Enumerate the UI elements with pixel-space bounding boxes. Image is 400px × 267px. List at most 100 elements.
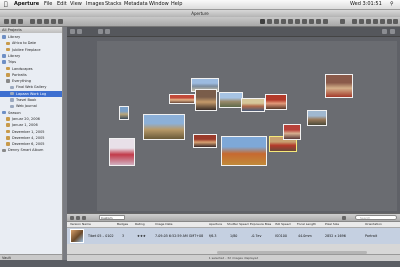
project-item[interactable]: Dezember 1, 2005 — [0, 129, 62, 135]
unstack-icon[interactable] — [44, 19, 49, 24]
photo-dancers[interactable] — [221, 136, 267, 166]
lift-tool-icon[interactable] — [302, 19, 307, 24]
grid-view-icon[interactable] — [82, 215, 86, 220]
layout-2-icon[interactable] — [359, 19, 364, 24]
project-item[interactable]: Landscapes — [0, 66, 62, 72]
project-item[interactable]: Januar 20, 2006 — [0, 116, 62, 122]
selection-tool-icon[interactable] — [260, 19, 265, 24]
spot-patch-tool-icon[interactable] — [323, 19, 328, 24]
zoom-tool-icon[interactable] — [274, 19, 279, 24]
crop-tool-icon[interactable] — [288, 19, 293, 24]
rotate-left-icon[interactable] — [51, 19, 56, 24]
photo-people-field[interactable] — [241, 98, 265, 112]
stamp-tool-icon[interactable] — [309, 19, 314, 24]
project-item[interactable]: Library — [0, 53, 62, 59]
col-version-name[interactable]: Version Name — [70, 222, 91, 227]
project-item[interactable]: Portraits — [0, 72, 62, 78]
photo-red-people[interactable] — [283, 124, 301, 140]
project-item[interactable]: Travel Book — [0, 97, 62, 103]
search-icon[interactable] — [342, 215, 346, 220]
vault-footer[interactable]: Vault — [0, 254, 62, 260]
col-pixel-size[interactable]: Pixel Size — [325, 222, 339, 227]
straighten-tool-icon[interactable] — [295, 19, 300, 24]
col-focal[interactable]: Focal Length — [297, 222, 316, 227]
layout-4-icon[interactable] — [373, 19, 378, 24]
col-rating[interactable]: Rating — [135, 222, 145, 227]
photo-small-figure[interactable] — [119, 106, 129, 120]
light-table-area[interactable] — [97, 41, 397, 211]
menu-window[interactable]: Window — [149, 0, 169, 9]
project-item[interactable]: Januar 1, 2006 — [0, 122, 62, 128]
photo-group-right[interactable] — [325, 74, 353, 98]
spotlight-icon[interactable]: ⚲ — [390, 0, 394, 9]
redeye-tool-icon[interactable] — [316, 19, 321, 24]
light-table-canvas[interactable] — [67, 27, 400, 213]
menu-file[interactable]: File — [44, 0, 52, 9]
project-item[interactable]: Library — [0, 34, 62, 40]
new-album-icon[interactable] — [11, 19, 16, 24]
project-item[interactable]: Lapaan Work Log — [0, 90, 62, 97]
menu-help[interactable]: Help — [171, 0, 182, 9]
filter-view-icon[interactable] — [70, 215, 74, 220]
fullscreen-icon[interactable] — [393, 19, 398, 24]
import-icon[interactable] — [30, 19, 35, 24]
zoom-in-icon[interactable] — [98, 29, 103, 34]
project-item[interactable]: Trips — [0, 59, 62, 65]
project-item[interactable]: Dezember 6, 2005 — [0, 141, 62, 147]
zoom-out-icon[interactable] — [105, 29, 110, 34]
project-item[interactable]: Jubilee Fireplace — [0, 47, 62, 53]
project-item[interactable]: Denny Smart Album — [0, 147, 62, 153]
menu-images[interactable]: Images — [86, 0, 104, 9]
layout-1-icon[interactable] — [352, 19, 357, 24]
projects-header[interactable]: All Projects — [0, 27, 62, 33]
folder-icon — [10, 104, 14, 109]
photo-crowd[interactable] — [169, 94, 195, 104]
photo-red-crowd[interactable] — [265, 94, 287, 110]
layout-5-icon[interactable] — [380, 19, 385, 24]
menu-stacks[interactable]: Stacks — [105, 0, 121, 9]
navigator-icon[interactable] — [382, 29, 387, 34]
select-all-icon[interactable] — [77, 29, 82, 34]
col-image-date[interactable]: Image Date — [155, 222, 173, 227]
rotate-tool-icon[interactable] — [281, 19, 286, 24]
col-iso[interactable]: ISO Speed — [275, 222, 291, 227]
project-item[interactable]: Dezember 4, 2005 — [0, 135, 62, 141]
col-aperture[interactable]: Aperture — [209, 222, 222, 227]
search-input[interactable]: Search — [355, 215, 397, 220]
photo-monk-portrait[interactable] — [195, 89, 217, 111]
hand-tool-icon[interactable] — [267, 19, 272, 24]
project-item[interactable]: Web Journal — [0, 103, 62, 109]
project-item[interactable]: Season — [0, 110, 62, 116]
scale-to-fit-icon[interactable] — [390, 29, 395, 34]
col-shutter[interactable]: Shutter Speed — [227, 222, 249, 227]
cell-exposure: -0.7ev — [251, 234, 262, 238]
photo-collage[interactable] — [109, 138, 135, 166]
menu-edit[interactable]: Edit — [57, 0, 67, 9]
col-orientation[interactable]: Orientation — [365, 222, 382, 227]
project-item[interactable]: Africa to Date — [0, 40, 62, 46]
menu-view[interactable]: View — [70, 0, 82, 9]
list-view-icon[interactable] — [76, 215, 80, 220]
folder-icon — [6, 123, 10, 127]
new-project-icon[interactable] — [4, 19, 9, 24]
new-book-icon[interactable] — [18, 19, 23, 24]
col-exposure[interactable]: Exposure Bias — [250, 222, 271, 227]
photo-temple-small[interactable] — [307, 110, 327, 126]
col-badges[interactable]: Badges — [117, 222, 128, 227]
stack-icon[interactable] — [37, 19, 42, 24]
put-back-icon[interactable] — [70, 29, 75, 34]
project-item[interactable]: Final Web Gallery — [0, 84, 62, 90]
rotate-right-icon[interactable] — [58, 19, 63, 24]
photo-ritual[interactable] — [193, 134, 217, 148]
menu-metadata[interactable]: Metadata — [124, 0, 148, 9]
photo-landscape-wide[interactable] — [143, 114, 185, 140]
photo-valley[interactable] — [219, 92, 243, 108]
filter-select[interactable]: Custom — [99, 215, 125, 220]
project-item[interactable]: Everything — [0, 78, 62, 84]
table-row[interactable]: Tibet 05 – 0102 3 ★★★ 7-09-05 6:52:59 AM… — [67, 228, 400, 244]
loupe-icon[interactable] — [340, 19, 345, 24]
layout-6-icon[interactable] — [387, 19, 392, 24]
apple-menu-icon[interactable]:  — [4, 0, 8, 9]
app-menu[interactable]: Aperture — [14, 0, 39, 9]
layout-3-icon[interactable] — [366, 19, 371, 24]
